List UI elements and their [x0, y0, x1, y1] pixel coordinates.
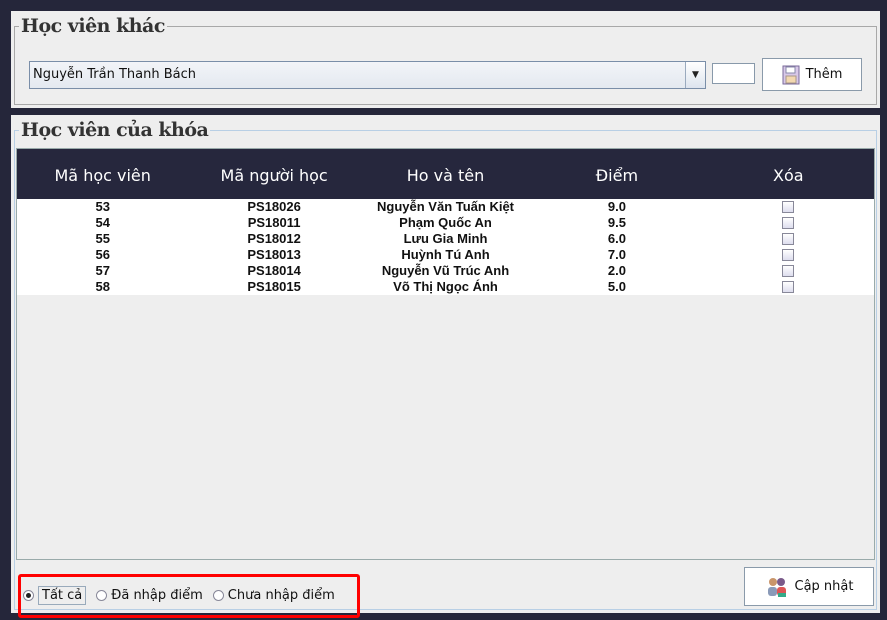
chevron-down-icon[interactable]: ▼: [685, 62, 705, 88]
cell-delete: [703, 215, 874, 231]
users-icon: [767, 577, 786, 597]
table-row[interactable]: 54 PS18011 Phạm Quốc An 9.5: [17, 215, 874, 231]
score-input[interactable]: [712, 63, 755, 84]
cell-code: PS18015: [247, 279, 301, 294]
cell-name: Nguyễn Văn Tuấn Kiệt: [377, 199, 515, 214]
table-row[interactable]: 53 PS18026 Nguyễn Văn Tuấn Kiệt 9.0: [17, 199, 874, 215]
update-button[interactable]: Cập nhật: [744, 567, 874, 606]
cell-delete: [703, 263, 874, 279]
radio-label: Tất cả: [38, 586, 87, 605]
cell-id: 56: [95, 247, 110, 262]
cell-name: Nguyễn Vũ Trúc Anh: [381, 263, 510, 278]
cell-id: 54: [95, 215, 110, 230]
students-table: Mã học viên Mã người học Ho và tên Điểm …: [16, 148, 875, 560]
cell-id: 53: [95, 199, 110, 214]
column-header[interactable]: Mã người học: [188, 149, 359, 199]
radio-dot[interactable]: [212, 590, 224, 601]
student-combobox[interactable]: Nguyễn Trần Thanh Bách ▼: [29, 61, 706, 89]
cell-score: 7.0: [607, 247, 626, 262]
cell-code: PS18013: [247, 247, 301, 262]
table-row[interactable]: 55 PS18012 Lưu Gia Minh 6.0: [17, 231, 874, 247]
cell-code: PS18026: [247, 199, 301, 214]
table-row[interactable]: 56 PS18013 Huỳnh Tú Anh 7.0: [17, 247, 874, 263]
column-header[interactable]: Ho và tên: [360, 149, 531, 199]
cell-score: 2.0: [607, 263, 626, 278]
floppy-save-icon: [782, 65, 800, 84]
cell-delete: [703, 231, 874, 247]
column-header[interactable]: Xóa: [703, 149, 874, 199]
delete-checkbox[interactable]: [782, 216, 795, 229]
add-label: Thêm: [805, 67, 843, 82]
column-header[interactable]: Mã học viên: [17, 149, 188, 199]
column-header[interactable]: Điểm: [531, 149, 702, 199]
cell-code: PS18014: [247, 263, 301, 278]
delete-checkbox[interactable]: [782, 264, 795, 277]
other-students-panel: Học viên khác Nguyễn Trần Thanh Bách ▼ T…: [11, 11, 880, 108]
radio-dot[interactable]: [23, 590, 34, 601]
combo-value: Nguyễn Trần Thanh Bách: [33, 67, 197, 82]
table-row[interactable]: 57 PS18014 Nguyễn Vũ Trúc Anh 2.0: [17, 263, 874, 279]
table-row[interactable]: 58 PS18015 Võ Thị Ngọc Ánh 5.0: [17, 279, 874, 295]
cell-score: 9.5: [607, 215, 626, 230]
cell-code: PS18011: [247, 215, 301, 230]
filter-radio-group: Tất cả Đã nhập điểm Chưa nhập điểm: [20, 584, 338, 607]
cell-name: Phạm Quốc An: [399, 215, 492, 230]
radio-all[interactable]: Tất cả: [20, 584, 89, 607]
delete-checkbox[interactable]: [782, 200, 795, 213]
cell-delete: [703, 247, 874, 263]
table-header: Mã học viên Mã người học Ho và tên Điểm …: [17, 149, 874, 199]
cell-id: 58: [95, 279, 110, 294]
cell-delete: [703, 199, 874, 215]
add-button[interactable]: Thêm: [762, 58, 862, 91]
cell-code: PS18012: [247, 231, 301, 246]
cell-score: 9.0: [607, 199, 626, 214]
radio-label: Đã nhập điểm: [111, 588, 203, 603]
update-label: Cập nhật: [794, 579, 854, 594]
radio-label: Chưa nhập điểm: [227, 588, 335, 603]
cell-name: Võ Thị Ngọc Ánh: [393, 279, 498, 294]
table-body: 53 PS18026 Nguyễn Văn Tuấn Kiệt 9.0 54 PS1801…: [17, 199, 874, 295]
panel-title: Học viên của khóa: [19, 119, 211, 141]
radio-unscored[interactable]: Chưa nhập điểm: [210, 586, 338, 605]
cell-id: 55: [95, 231, 110, 246]
delete-checkbox[interactable]: [782, 232, 795, 245]
cell-id: 57: [95, 263, 110, 278]
course-students-panel: Học viên của khóa Mã học viên Mã người h…: [11, 115, 880, 613]
cell-score: 6.0: [607, 231, 626, 246]
panel-title: Học viên khác: [19, 15, 167, 37]
radio-scored[interactable]: Đã nhập điểm: [93, 586, 206, 605]
cell-delete: [703, 279, 874, 295]
cell-name: Lưu Gia Minh: [403, 231, 488, 246]
delete-checkbox[interactable]: [782, 248, 795, 261]
radio-dot[interactable]: [96, 590, 108, 601]
cell-score: 5.0: [607, 279, 626, 294]
delete-checkbox[interactable]: [782, 280, 795, 293]
cell-name: Huỳnh Tú Anh: [401, 247, 490, 262]
